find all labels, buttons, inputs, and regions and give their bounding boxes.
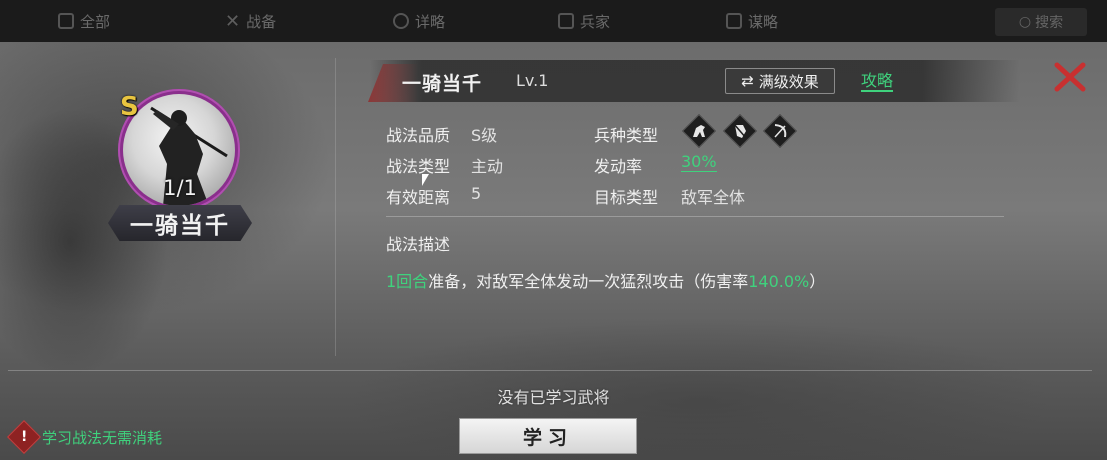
tab-strategy-label: 谋略: [748, 12, 779, 31]
top-tab-bar: 全部 ✕ 战备 详略 兵家 谋略 ○ 搜索: [0, 0, 1107, 42]
tab-all-label: 全部: [80, 12, 111, 31]
tab-troops[interactable]: 兵家: [558, 8, 610, 34]
skill-count: 1/1: [163, 176, 197, 200]
search-icon: ○: [1018, 14, 1032, 30]
description-suffix: ）: [809, 272, 826, 291]
skill-grade: S: [120, 92, 139, 122]
footer-divider: [8, 370, 1092, 371]
target-type-value: 敌军全体: [681, 188, 746, 207]
search-button[interactable]: ○ 搜索: [995, 8, 1087, 36]
quality-label: 战法品质: [386, 126, 451, 145]
archer-icon: [763, 114, 797, 148]
warning-icon: !: [7, 420, 41, 454]
shield-icon: [558, 13, 574, 29]
description-damage-rate: 140.0%: [748, 272, 810, 291]
skill-description: 1回合准备，对敌军全体发动一次猛烈攻击（伤害率140.0%）: [386, 268, 825, 292]
shield-infantry-icon: [723, 114, 757, 148]
trigger-rate-value[interactable]: 30%: [681, 153, 717, 172]
crossed-swords-icon: ✕: [225, 10, 241, 32]
swap-icon: ⇄: [741, 72, 754, 90]
cavalry-icon: [682, 114, 716, 148]
max-effect-label: 满级效果: [758, 72, 819, 91]
skill-level: Lv.1: [516, 71, 549, 90]
learn-cost-tip: ! 学习战法无需消耗: [7, 420, 163, 454]
learn-cost-tip-text: 学习战法无需消耗: [42, 428, 163, 447]
learn-button[interactable]: 学习: [459, 418, 637, 454]
skill-title: 一骑当千: [402, 73, 483, 95]
quality-value: S级: [471, 126, 498, 145]
description-rounds: 1回合: [386, 272, 429, 291]
no-learned-general-text: 没有已学习武将: [497, 388, 610, 407]
mouse-cursor-icon: [422, 174, 429, 186]
trigger-rate-label: 发动率: [594, 157, 643, 176]
tab-combat[interactable]: ✕ 战备: [225, 8, 276, 34]
description-main: 准备，对敌军全体发动一次猛烈攻击（伤害率: [428, 272, 749, 291]
troop-type-label: 兵种类型: [594, 126, 659, 145]
tab-troops-label: 兵家: [580, 12, 611, 31]
book-icon: [726, 13, 742, 29]
skill-name-badge: 一骑当千: [108, 205, 252, 241]
target-type-label: 目标类型: [594, 188, 659, 207]
section-divider: [386, 216, 1004, 217]
skill-name-badge-label: 一骑当千: [130, 213, 230, 239]
range-value: 5: [471, 184, 482, 203]
type-label: 战法类型: [386, 157, 451, 176]
description-heading: 战法描述: [386, 235, 451, 254]
search-label: 搜索: [1035, 15, 1064, 31]
scroll-icon: [393, 13, 409, 29]
vertical-divider: [335, 58, 336, 356]
tab-all[interactable]: 全部: [58, 8, 110, 34]
tab-detail[interactable]: 详略: [393, 8, 445, 34]
tab-strategy[interactable]: 谋略: [726, 8, 778, 34]
grid-icon: [58, 13, 74, 29]
tab-detail-label: 详略: [415, 12, 446, 31]
tab-combat-label: 战备: [246, 12, 277, 31]
max-effect-button[interactable]: ⇄ 满级效果: [725, 68, 835, 94]
type-value: 主动: [471, 157, 504, 176]
guide-link[interactable]: 攻略: [861, 71, 894, 92]
close-icon[interactable]: [1053, 62, 1087, 92]
range-label: 有效距离: [386, 188, 451, 207]
